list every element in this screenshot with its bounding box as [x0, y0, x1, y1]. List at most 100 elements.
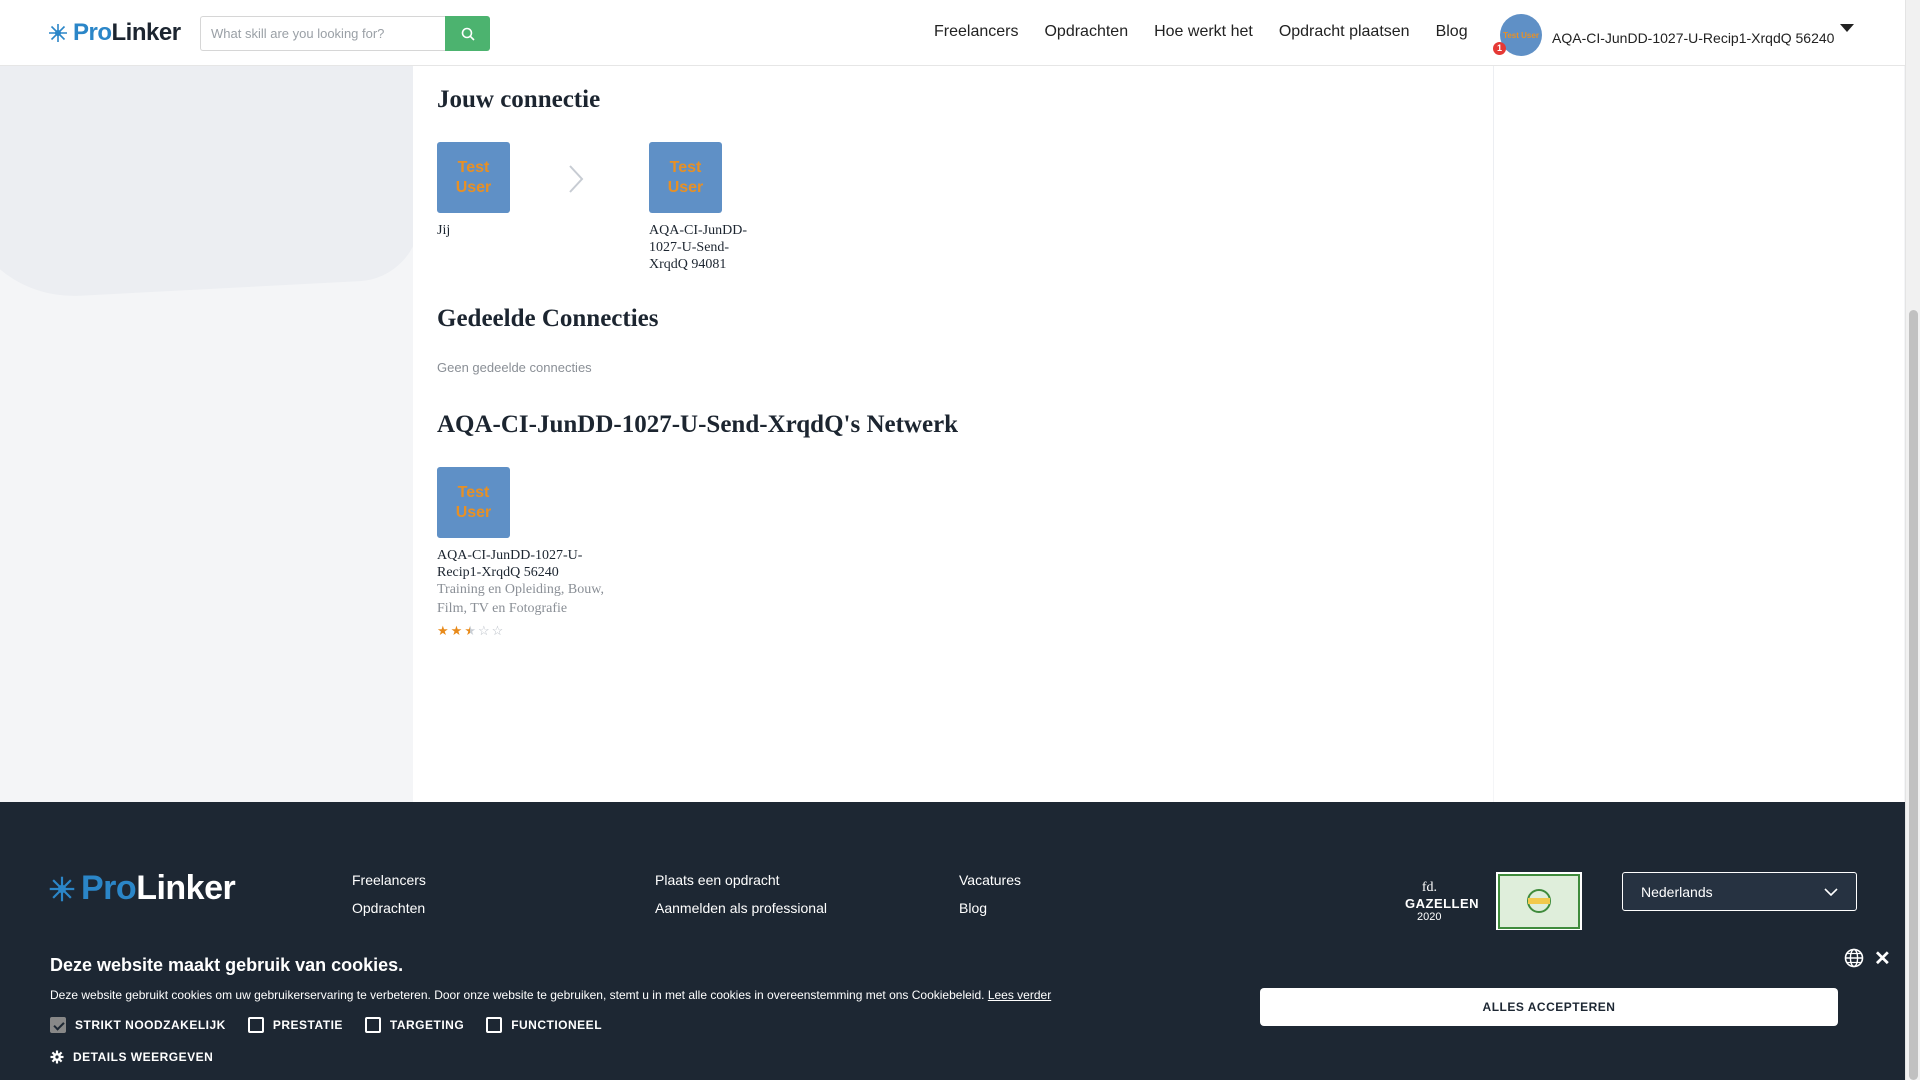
avatar-line1: Test [457, 483, 490, 501]
avatar-line2: User [455, 503, 492, 521]
search-bar [200, 16, 490, 51]
checkbox[interactable] [247, 1017, 264, 1033]
checkbox[interactable] [364, 1017, 381, 1033]
badge-text: fd. [1421, 880, 1437, 895]
shared-empty-message: Geen gedeelde connecties [437, 360, 592, 375]
chevron-down-icon[interactable] [1840, 24, 1854, 32]
search-input[interactable] [200, 16, 445, 51]
skills-line: Film, TV en Fotografie [437, 601, 568, 616]
laurel-icon [1500, 876, 1578, 927]
cookie-title: Deze website maakt gebruik van cookies. [50, 955, 404, 975]
name-line: AQA-CI-JunDD-1027-U- [437, 548, 583, 563]
nav-opdrachten[interactable]: Opdrachten [1044, 23, 1128, 41]
accept-all-button[interactable]: ALLES ACCEPTEREN [1260, 988, 1838, 1026]
scrollbar[interactable] [1905, 0, 1920, 1080]
logo-linker-text: Linker [111, 19, 182, 46]
option-label: STRIKT NOODZAKELIJK [75, 1018, 226, 1032]
star-full-icon: ★ [437, 623, 449, 638]
nav-blog[interactable]: Blog [1436, 23, 1468, 41]
avatar-text: Test User [1503, 30, 1539, 40]
logo-linker-text: Linker [136, 869, 236, 907]
network-member-avatar[interactable]: Test User [437, 467, 510, 538]
cookie-banner: Deze website maakt gebruik van cookies. … [0, 930, 1905, 1080]
details-label: DETAILS WEERGEVEN [73, 1050, 214, 1064]
main-content: Jouw connectie Test User Jij Test User AQA… [413, 66, 1493, 802]
user-name[interactable]: AQA-CI-JunDD-1027-U-Recip1-XrqdQ 56240 [1552, 30, 1834, 46]
footer-link[interactable]: Vacatures [959, 872, 1021, 888]
award-badge [1496, 872, 1582, 931]
avatar[interactable]: Test User 1 [1493, 14, 1542, 56]
badge-text: 2020 [1417, 911, 1442, 923]
option-label: FUNCTIONEEL [511, 1018, 603, 1032]
connection-title: Jouw connectie [437, 86, 601, 113]
notification-badge[interactable]: 1 [1493, 42, 1506, 55]
name-line: XrqdQ 94081 [649, 257, 727, 272]
badge-text: GAZELLEN [1405, 896, 1480, 911]
nav-opdracht-plaatsen[interactable]: Opdracht plaatsen [1279, 23, 1410, 41]
footer-logo[interactable]: ProLinker [47, 869, 236, 908]
logo-icon [49, 876, 75, 901]
cookie-option-performance[interactable]: PRESTATIE [247, 1017, 343, 1033]
fd-gazellen-badge: fd. GAZELLEN 2020 [1395, 880, 1480, 928]
user-menu[interactable]: Test User 1 AQA-CI-JunDD-1027-U-Recip1-X… [1493, 14, 1834, 56]
cookie-option-targeting[interactable]: TARGETING [364, 1017, 465, 1033]
language-value: Nederlands [1641, 883, 1713, 900]
logo-icon [49, 24, 67, 42]
option-label: PRESTATIE [272, 1018, 343, 1032]
cookie-option-functional[interactable]: FUNCTIONEEL [486, 1017, 602, 1033]
star-empty-icon: ☆ [477, 623, 490, 638]
footer-link[interactable]: Blog [959, 900, 1021, 916]
logo-pro-text: Pro [81, 869, 137, 907]
network-member-name[interactable]: AQA-CI-JunDD-1027-U- Recip1-XrqdQ 56240 [437, 547, 582, 581]
search-button[interactable] [445, 16, 490, 51]
you-label: Jij [437, 223, 451, 238]
chevron-right-icon [569, 165, 584, 193]
nav-freelancers[interactable]: Freelancers [934, 23, 1018, 41]
name-line: AQA-CI-JunDD- [649, 223, 747, 238]
checkbox-checked[interactable] [50, 1017, 66, 1033]
read-more-link[interactable]: Lees verder [988, 988, 1051, 1002]
globe-icon[interactable] [1844, 948, 1864, 968]
star-full-icon: ★ [450, 623, 463, 638]
avatar-line1: Test [457, 158, 490, 176]
network-member-skills: Training en Opleiding, Bouw, Film, TV en… [437, 580, 604, 618]
details-toggle[interactable]: DETAILS WEERGEVEN [50, 1050, 213, 1064]
main-nav: Freelancers Opdrachten Hoe werkt het Opd… [934, 23, 1468, 41]
cookie-options: STRIKT NOODZAKELIJK PRESTATIE TARGETING … [50, 1017, 602, 1033]
gear-icon [50, 1050, 64, 1064]
nav-hoe-werkt-het[interactable]: Hoe werkt het [1154, 23, 1253, 41]
connection-name[interactable]: AQA-CI-JunDD- 1027-U-Send- XrqdQ 94081 [649, 222, 747, 273]
star-half-icon: ★ [464, 623, 476, 638]
footer-link[interactable]: Plaats een opdracht [655, 872, 827, 888]
footer-link[interactable]: Aanmelden als professional [655, 900, 827, 916]
language-select[interactable]: Nederlands [1622, 872, 1857, 911]
option-label: TARGETING [389, 1018, 465, 1032]
skills-line: Training en Opleiding, Bouw, [437, 582, 604, 597]
footer-link[interactable]: Freelancers [352, 872, 426, 888]
footer-column: Vacatures Blog [959, 872, 1021, 916]
footer-column: Freelancers Opdrachten [352, 872, 426, 916]
footer-link[interactable]: Opdrachten [352, 900, 426, 916]
star-empty-icon: ☆ [491, 623, 504, 638]
avatar-line1: Test [669, 158, 702, 176]
background-panel [1494, 66, 1904, 802]
connection-avatar[interactable]: Test User [649, 142, 722, 213]
name-line: Recip1-XrqdQ 56240 [437, 565, 559, 580]
shared-title: Gedeelde Connecties [437, 305, 659, 332]
checkbox[interactable] [486, 1017, 503, 1033]
network-title: AQA-CI-JunDD-1027-U-Send-XrqdQ's Netwerk [437, 411, 959, 438]
cookie-option-strict[interactable]: STRIKT NOODZAKELIJK [50, 1017, 226, 1033]
rating-stars: ★ ★ ★ ☆ ☆ [437, 624, 503, 637]
background-shape [0, 27, 420, 303]
footer-column: Plaats een opdracht Aanmelden als profes… [655, 872, 827, 916]
name-line: 1027-U-Send- [649, 240, 730, 255]
avatar-line2: User [455, 178, 492, 196]
scrollbar-thumb[interactable] [1909, 310, 1918, 1080]
logo-pro-text: Pro [73, 19, 112, 46]
site-header: ProLinker Freelancers Opdrachten Hoe wer… [0, 0, 1905, 66]
avatar-line2: User [667, 178, 704, 196]
logo[interactable]: ProLinker [47, 19, 181, 47]
you-avatar[interactable]: Test User [437, 142, 510, 213]
cookie-text: Deze website gebruikt cookies om uw gebr… [50, 988, 1051, 1002]
close-icon[interactable]: ✕ [1874, 946, 1891, 971]
